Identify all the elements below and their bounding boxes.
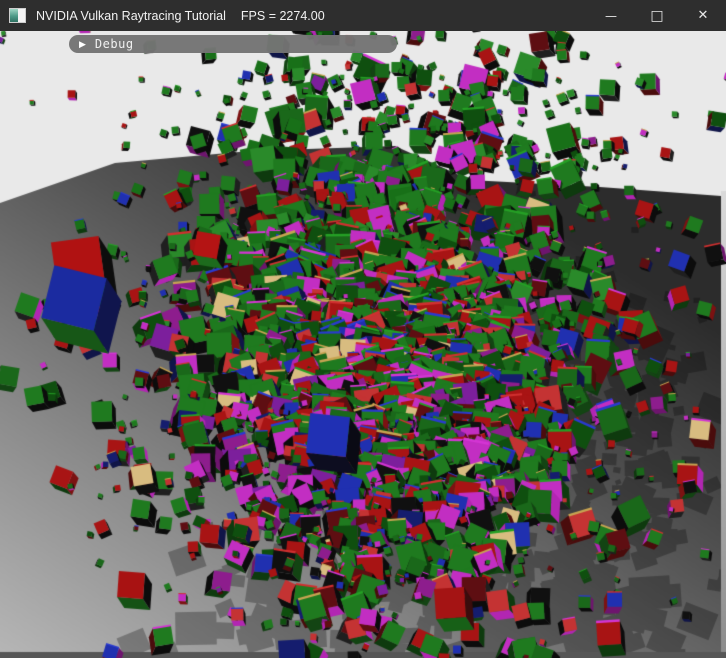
app-icon-art	[10, 9, 18, 22]
minimize-icon: —	[605, 9, 617, 23]
viewport-canvas[interactable]	[0, 31, 726, 658]
close-icon: ✕	[698, 8, 709, 23]
title-bar[interactable]: NVIDIA Vulkan Raytracing Tutorial FPS = …	[0, 0, 726, 31]
collapse-arrow-icon: ▶	[79, 40, 86, 49]
render-viewport: ▶ Debug	[0, 31, 726, 658]
close-button[interactable]: ✕	[680, 0, 726, 31]
app-icon[interactable]	[9, 8, 26, 23]
maximize-button[interactable]: □	[634, 0, 680, 31]
debug-collapsing-header[interactable]: ▶ Debug	[69, 35, 397, 53]
minimize-button[interactable]: —	[588, 0, 634, 31]
window-controls: — □ ✕	[588, 0, 726, 31]
app-window: NVIDIA Vulkan Raytracing Tutorial FPS = …	[0, 0, 726, 658]
fps-counter: FPS = 2274.00	[241, 9, 325, 23]
maximize-icon: □	[650, 8, 663, 24]
debug-header-label: Debug	[95, 37, 134, 52]
window-title: NVIDIA Vulkan Raytracing Tutorial	[36, 9, 226, 23]
